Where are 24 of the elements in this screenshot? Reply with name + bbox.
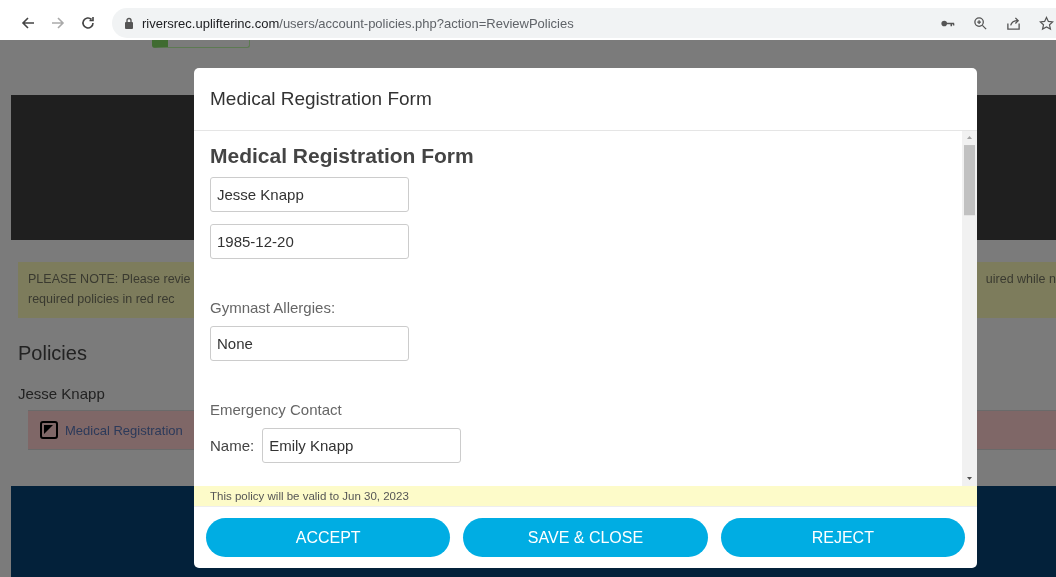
star-icon[interactable] bbox=[1039, 15, 1054, 31]
input-field[interactable]: Emily Knapp bbox=[262, 428, 462, 463]
field-label: Name: bbox=[210, 437, 255, 454]
lock-icon bbox=[124, 17, 134, 29]
person-name: Jesse Knapp bbox=[18, 385, 105, 402]
page-heading: Policies bbox=[18, 342, 87, 365]
back-icon[interactable] bbox=[20, 15, 36, 31]
zoom-icon[interactable] bbox=[973, 15, 988, 31]
input-field[interactable]: 1985-12-20 bbox=[210, 224, 409, 259]
reload-icon[interactable] bbox=[80, 15, 96, 31]
notice-text: PLEASE NOTE: Please revie bbox=[28, 272, 191, 286]
document-icon bbox=[40, 421, 58, 439]
input-field[interactable]: None bbox=[210, 326, 409, 361]
scrollbar[interactable] bbox=[962, 131, 977, 486]
field-label: Gymnast Allergies: bbox=[210, 299, 337, 316]
validity-note: This policy will be valid to Jun 30, 2023 bbox=[194, 486, 977, 506]
input-field[interactable]: Jesse Knapp bbox=[210, 177, 409, 212]
field-label: Emergency Contact bbox=[210, 401, 343, 418]
notice-text: required policies in red rec bbox=[28, 292, 176, 306]
notice-text: uired while n bbox=[985, 271, 1056, 288]
form-title: Medical Registration Form bbox=[210, 143, 475, 169]
address-bar[interactable]: riversrec.uplifterinc.com/users/account-policies.php?action=ReviewPolicies bbox=[112, 8, 1056, 38]
modal-title: Medical Registration Form bbox=[210, 88, 432, 110]
share-icon[interactable] bbox=[1006, 15, 1021, 31]
